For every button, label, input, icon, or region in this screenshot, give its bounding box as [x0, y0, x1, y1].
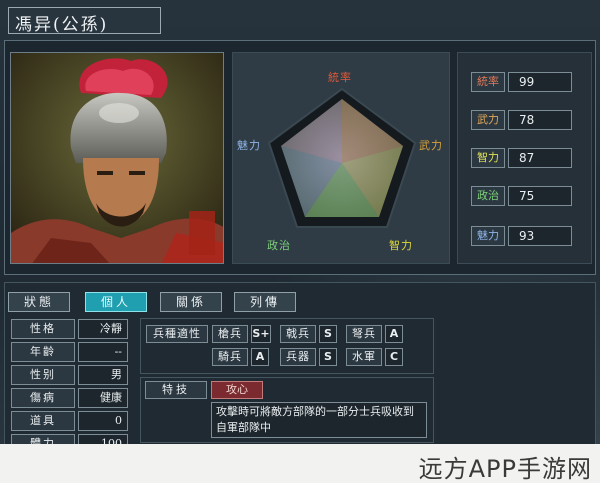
aptitude-label: 兵種適性	[146, 325, 208, 343]
aptitude-type: 戟兵	[280, 325, 316, 343]
aptitude-type: 騎兵	[212, 348, 248, 366]
info-key: 性格	[11, 319, 75, 339]
info-value: 0	[78, 411, 128, 431]
info-row-gender: 性别 男	[11, 365, 133, 386]
info-row-items: 道具 0	[11, 411, 133, 432]
stat-name: 魅力	[471, 226, 505, 246]
aptitude-type: 槍兵	[212, 325, 248, 343]
aptitude-type: 兵器	[280, 348, 316, 366]
stat-value: 78	[508, 110, 572, 130]
tab-biography[interactable]: 列傳	[234, 292, 296, 312]
info-key: 性别	[11, 365, 75, 385]
aptitude-grade: C	[385, 348, 403, 366]
personal-info-table: 性格 冷靜 年齡 -- 性别 男 傷病 健康 道具 0 體力 100	[11, 319, 133, 457]
info-row-age: 年齡 --	[11, 342, 133, 363]
stat-value: 99	[508, 72, 572, 92]
stat-value: 87	[508, 148, 572, 168]
radar-label-charisma: 魅力	[237, 139, 261, 152]
aptitude-grade: S+	[251, 325, 271, 343]
stat-name: 政治	[471, 186, 505, 206]
aptitude-grade: S	[319, 348, 337, 366]
info-row-personality: 性格 冷靜	[11, 319, 133, 340]
stat-name: 智力	[471, 148, 505, 168]
info-key: 道具	[11, 411, 75, 431]
stat-value: 75	[508, 186, 572, 206]
info-row-injury: 傷病 健康	[11, 388, 133, 409]
info-value: --	[78, 342, 128, 362]
character-portrait	[10, 52, 224, 264]
radar-label-war: 武力	[419, 139, 443, 152]
radar-label-politics: 政治	[267, 239, 291, 252]
character-name: 馮异(公孫)	[8, 7, 161, 35]
skill-description: 攻擊時可將敵方部隊的一部分士兵吸收到自軍部隊中	[211, 402, 427, 438]
info-key: 傷病	[11, 388, 75, 408]
attribute-radar-chart: 統率 武力 智力 政治 魅力	[232, 52, 450, 264]
skill-label: 特技	[145, 381, 207, 399]
info-value: 男	[78, 365, 128, 385]
radar-label-intelligence: 智力	[389, 239, 413, 252]
stat-name: 統率	[471, 72, 505, 92]
stat-name: 武力	[471, 110, 505, 130]
aptitude-type: 水軍	[346, 348, 382, 366]
aptitude-grade: S	[319, 325, 337, 343]
skill-name[interactable]: 攻心	[211, 381, 263, 399]
watermark: 远方APP手游网	[418, 455, 592, 483]
tab-relations[interactable]: 關係	[160, 292, 222, 312]
tab-status[interactable]: 狀態	[8, 292, 70, 312]
tab-personal[interactable]: 個人	[85, 292, 147, 312]
portrait-image	[11, 53, 223, 263]
radar-label-leadership: 統率	[328, 71, 352, 84]
aptitude-grade: A	[251, 348, 269, 366]
aptitude-grade: A	[385, 325, 403, 343]
info-key: 年齡	[11, 342, 75, 362]
info-value: 冷靜	[78, 319, 128, 339]
info-value: 健康	[78, 388, 128, 408]
aptitude-type: 弩兵	[346, 325, 382, 343]
stat-value: 93	[508, 226, 572, 246]
